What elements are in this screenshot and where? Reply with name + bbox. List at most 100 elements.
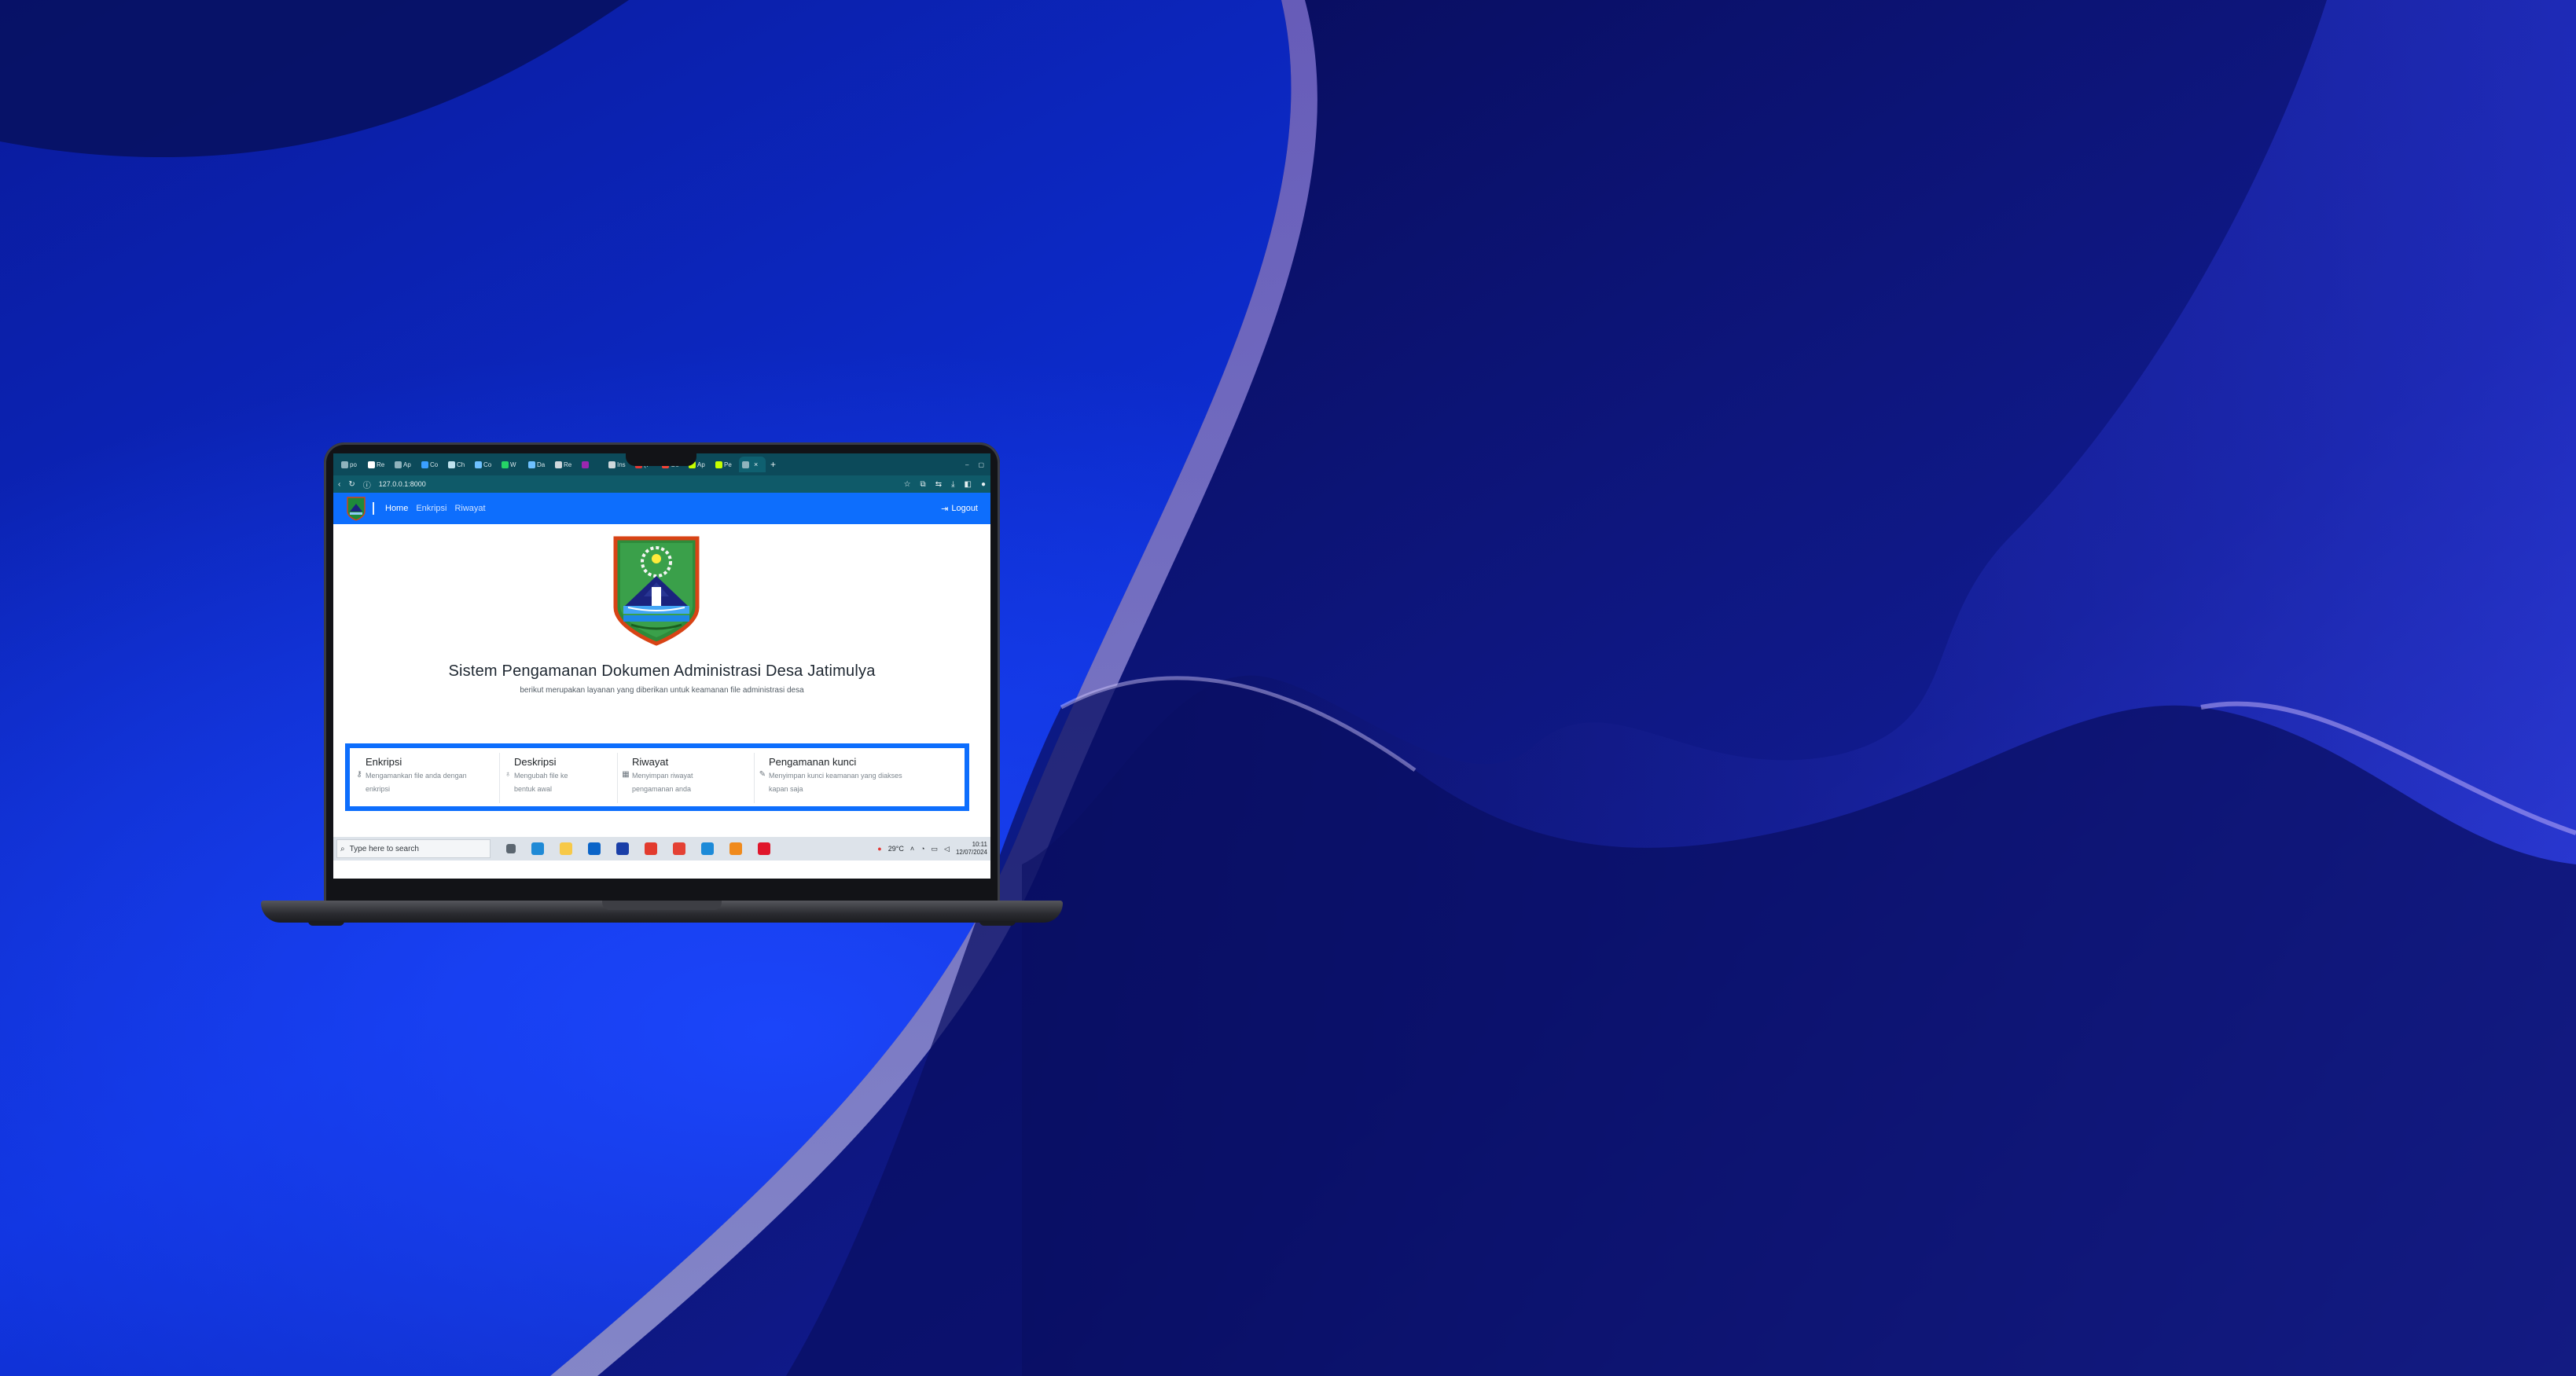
app-l-icon[interactable] [616,842,629,855]
chrome-icon[interactable] [673,842,685,855]
minimize-icon[interactable]: – [965,461,968,468]
wrench-icon: ✎ [759,770,766,779]
new-tab-icon[interactable]: + [770,459,776,470]
taskbar-search[interactable]: ⌕ Type here to search [336,839,491,858]
laptop-screen: poReApCoChCoWDaReIns(7GeApPe×+–▢ ‹ ↻ ⓘ 1… [333,453,990,879]
file-explorer-icon[interactable] [560,842,572,855]
service-desc: enkripsi [366,785,391,793]
tab-label: po [350,461,357,468]
jatimulya-emblem-logo[interactable] [346,496,366,521]
edge-icon[interactable] [531,842,544,855]
tab-label: Ins [617,461,626,468]
service-desc: kapan saja [769,785,803,793]
browser-tab[interactable] [579,457,605,472]
tab-favicon-icon [608,461,616,468]
browser-tab[interactable]: Ch [445,457,472,472]
service-title: Enkripsi [366,756,402,768]
app-orange-icon[interactable] [729,842,742,855]
brand-separator [373,502,374,515]
service-title: Pengamanan kunci [769,756,857,768]
back-icon[interactable]: ‹ [338,480,340,489]
service-riwayat[interactable]: ▦ Riwayat Menyimpan riwayat pengamanan a… [619,753,749,803]
browser-tab[interactable]: Co [472,457,498,472]
network-icon[interactable]: ◔ [921,845,924,853]
camera-notch [626,449,696,466]
browser-tab[interactable]: po [338,457,365,472]
browser-address-bar: ‹ ↻ ⓘ 127.0.0.1:8000 ☆ ⧉ ⇆ ⤓ ◧ ● [333,475,990,493]
weather-icon[interactable]: ● [877,845,881,853]
browser-tab[interactable]: Re [365,457,391,472]
logout-label: Logout [951,504,978,513]
translate-icon[interactable]: ⇆ [935,480,942,489]
clock-date: 12/07/2024 [955,849,987,856]
tab-favicon-icon [555,461,562,468]
logout-button[interactable]: ⇥ Logout [941,504,978,514]
opera-icon[interactable] [758,842,770,855]
close-tab-icon[interactable]: × [754,461,758,468]
nav-enkripsi[interactable]: Enkripsi [416,504,446,513]
nav-riwayat[interactable]: Riwayat [454,504,485,513]
browser-tab[interactable]: Co [418,457,445,472]
maximize-icon[interactable]: ▢ [978,461,984,468]
window-controls: – ▢ [965,461,990,468]
laptop-foot-left [308,921,344,926]
browser-tab[interactable]: Re [552,457,579,472]
tab-label: Co [430,461,439,468]
tray-chevron-icon[interactable]: ˄ [910,845,914,853]
tab-favicon-icon [341,461,348,468]
browser-tab[interactable]: Da [525,457,552,472]
vscode-icon[interactable] [701,842,714,855]
tab-label: W [510,461,516,468]
calendar-icon: ▦ [622,770,630,779]
tab-favicon-icon [742,461,749,468]
volume-icon[interactable]: ◁ [944,845,950,853]
download-icon[interactable]: ⤓ [951,480,954,489]
service-divider [617,753,618,803]
taskbar-clock[interactable]: 10:11 12/07/2024 [956,841,987,857]
browser-tab[interactable]: Ap [391,457,418,472]
taskbar-apps [491,842,770,855]
url-field[interactable]: 127.0.0.1:8000 [379,480,426,488]
logout-icon: ⇥ [941,504,949,514]
services-panel: ⚷ Enkripsi Mengamankan file anda dengan … [345,743,969,811]
tab-label: Ap [697,461,705,468]
service-title: Deskripsi [514,756,557,768]
service-desc: pengamanan anda [632,785,692,793]
service-desc: Mengubah file ke [514,772,568,780]
app-red-icon[interactable] [645,842,657,855]
temperature: 29°C [887,845,904,853]
browser-tab[interactable]: Pe [712,457,739,472]
tab-favicon-icon [475,461,482,468]
tab-favicon-icon [715,461,722,468]
screen-bottom-strip [333,860,990,879]
task-view-icon[interactable] [506,844,516,853]
reload-icon[interactable]: ↻ [348,480,355,489]
laptop-base-groove [602,901,722,910]
tab-label: Da [537,461,546,468]
bookmark-star-icon[interactable]: ☆ [904,480,911,489]
mail-icon[interactable] [588,842,601,855]
service-title: Riwayat [632,756,669,768]
extensions-icon[interactable]: ⧉ [921,480,926,489]
profile-icon[interactable]: ● [981,480,986,489]
tab-favicon-icon [368,461,375,468]
browser-tab[interactable]: W [498,457,525,472]
browser-tab[interactable]: × [739,457,766,472]
tab-favicon-icon [448,461,455,468]
tab-favicon-icon [502,461,509,468]
service-pengamanan-kunci[interactable]: ✎ Pengamanan kunci Menyimpan kunci keama… [756,753,961,803]
tab-label: Pe [724,461,732,468]
service-divider [754,753,755,803]
site-info-icon[interactable]: ⓘ [363,479,371,490]
laptop-foot-right [979,921,1016,926]
key-icon: ⚷ [356,770,362,779]
service-desc: Mengamankan file anda dengan [366,772,467,780]
sidebar-icon[interactable]: ◧ [965,480,972,489]
battery-icon[interactable]: ▭ [932,845,939,853]
page-title: Sistem Pengamanan Dokumen Administrasi D… [448,662,876,680]
service-desc: Menyimpan kunci keamanan yang diakses [769,772,902,780]
service-deskripsi[interactable]: ♁ Deskripsi Mengubah file ke bentuk awal [502,753,612,803]
unlock-icon: ♁ [505,770,511,779]
nav-home[interactable]: Home [385,504,408,513]
service-enkripsi[interactable]: ⚷ Enkripsi Mengamankan file anda dengan … [353,753,494,803]
